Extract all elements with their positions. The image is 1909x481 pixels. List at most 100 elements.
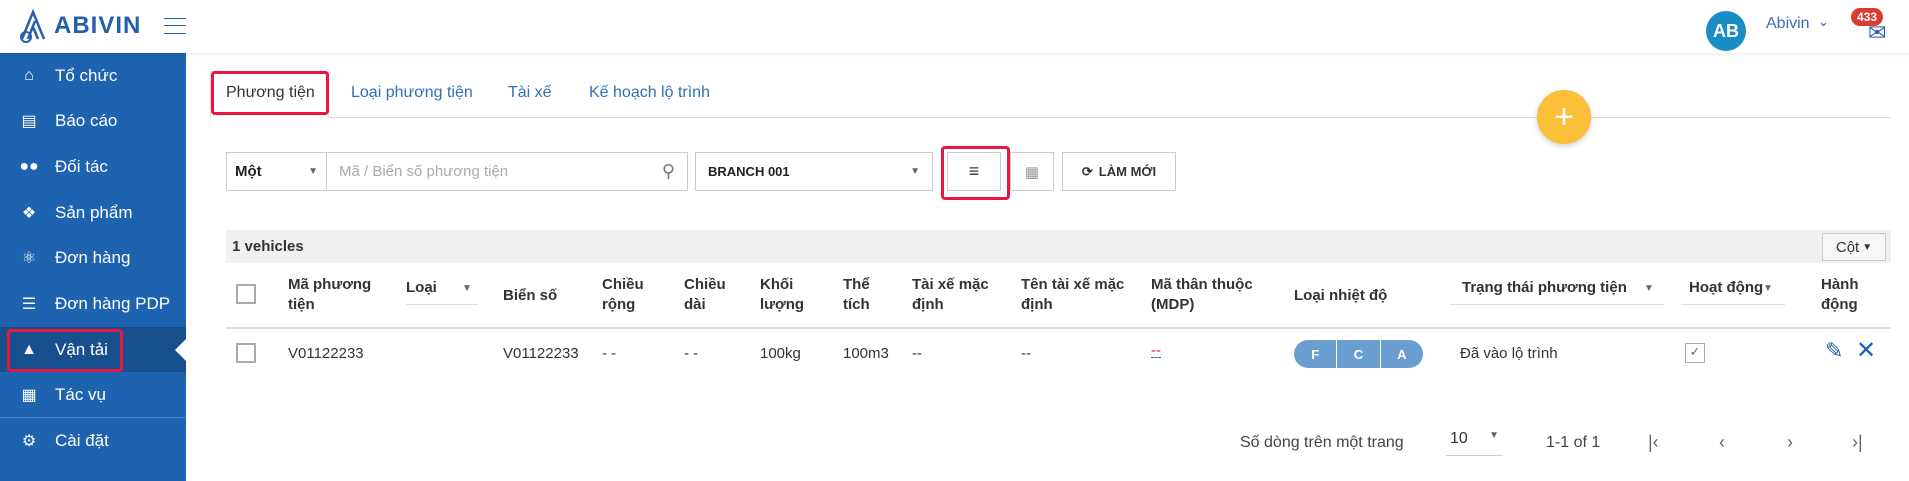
vehicle-count: 1 vehicles [232,238,304,255]
cell-volume: 100m3 [843,345,889,362]
sidebar-item-tac-vu[interactable]: ▦ Tác vụ [0,372,186,417]
header-ten-tai-xe-mac-dinh[interactable]: Tên tài xế mặc định [1021,275,1136,315]
list-view-button[interactable]: ≡ [947,152,1001,191]
calendar-icon: ▦ [21,386,37,404]
header-khoi-luong[interactable]: Khối lượng [760,275,810,315]
hamburger-menu-icon[interactable] [164,18,186,34]
tab-phuong-tien[interactable]: Phương tiện [226,84,315,102]
search-icon[interactable]: ⚲ [662,161,675,182]
search-mode-select[interactable]: Một ▼ [226,152,327,191]
tab-ke-hoach-lo-trinh[interactable]: Kế hoạch lộ trình [589,84,710,102]
next-page-icon[interactable]: › [1787,432,1793,453]
cell-code[interactable]: V01122233 [288,345,364,362]
search-mode-value: Một [235,163,262,180]
temperature-pill: F C A [1294,340,1423,368]
header-loai-nhiet-do[interactable]: Loại nhiệt độ [1294,286,1387,306]
header-hoat-dong[interactable]: Hoạt động [1689,278,1763,298]
filter-underline [1681,304,1785,305]
chevron-down-icon[interactable]: ⌄ [1818,14,1829,30]
header-ma-phuong-tien[interactable]: Mã phương tiện [288,275,388,315]
sidebar: ⌂ Tổ chức ▤ Báo cáo ●● Đối tác ❖ Sản phẩm ⚛ Đ… [0,53,186,481]
caret-down-icon[interactable]: ▼ [1763,283,1773,294]
cell-mdp[interactable]: -- [1151,343,1161,358]
sidebar-item-label: Tổ chức [55,65,118,85]
logo-mark-icon [20,9,46,43]
avatar[interactable]: AB [1706,11,1746,51]
tab-loai-phuong-tien[interactable]: Loại phương tiện [351,84,473,102]
sidebar-item-label: Báo cáo [55,110,118,130]
road-icon: ▲ [21,340,37,358]
cell-length: - - [684,345,699,362]
search-input[interactable]: Mã / Biển số phương tiện ⚲ [326,152,688,191]
refresh-label: LÀM MỚI [1098,164,1157,179]
top-header: ABIVIN AB Abivin ⌄ ✉ 433 [0,0,1909,53]
first-page-icon[interactable]: |‹ [1648,432,1659,453]
sidebar-item-don-hang[interactable]: ⚛ Đơn hàng [0,235,186,280]
abivin-logo[interactable]: ABIVIN [18,9,141,43]
caret-down-icon: ▼ [910,166,920,177]
header-bien-so[interactable]: Biển số [503,286,557,306]
rows-per-page-select[interactable]: 10 ▼ [1446,430,1503,456]
caret-down-icon: ▼ [1489,430,1499,441]
refresh-icon: ⟳ [1081,163,1093,179]
sidebar-item-to-chuc[interactable]: ⌂ Tổ chức [0,53,186,98]
cell-status: Đã vào lộ trình [1460,345,1558,362]
header-divider [226,327,1891,329]
sidebar-item-doi-tac[interactable]: ●● Đối tác [0,144,186,189]
tab-tai-xe[interactable]: Tài xế [508,84,552,102]
header-tai-xe-mac-dinh[interactable]: Tài xế mặc định [912,275,1012,315]
branch-select[interactable]: BRANCH 001 ▼ [695,152,933,191]
sidebar-item-bao-cao[interactable]: ▤ Báo cáo [0,98,186,143]
edit-pencil-icon[interactable]: ✎ [1825,338,1843,364]
sidebar-item-label: Cài đặt [55,430,109,450]
rows-per-page-value: 10 [1450,430,1468,447]
select-all-checkbox[interactable] [236,284,256,304]
sidebar-item-don-hang-pdp[interactable]: ☰ Đơn hàng PDP [0,281,186,326]
temp-ambient: A [1379,340,1423,368]
search-placeholder: Mã / Biển số phương tiện [339,163,509,180]
cell-weight: 100kg [760,345,801,362]
add-button[interactable]: + [1537,90,1591,144]
notification-badge: 433 [1851,8,1884,26]
active-checkbox[interactable]: ✓ [1685,343,1705,363]
list-icon: ☰ [21,295,37,313]
temp-frozen: F [1311,346,1320,362]
prev-page-icon[interactable]: ‹ [1719,432,1725,453]
filter-underline [1450,304,1664,305]
header-the-tich[interactable]: Thể tích [843,275,883,315]
user-name[interactable]: Abivin [1766,15,1810,33]
map-view-button[interactable]: ▦ [1010,152,1054,191]
cell-width: - - [602,345,617,362]
sidebar-item-label: Đơn hàng PDP [55,293,171,313]
sidebar-item-san-pham[interactable]: ❖ Sản phẩm [0,190,186,235]
rows-per-page-label: Số dòng trên một trang [1240,434,1404,451]
users-icon: ●● [19,157,39,175]
sidebar-item-van-tai[interactable]: ▲ Vận tải [0,327,186,372]
columns-button[interactable]: Cột ▼ [1822,233,1886,261]
refresh-button[interactable]: ⟳ LÀM MỚI [1062,152,1176,191]
header-trang-thai[interactable]: Trạng thái phương tiện [1462,278,1627,298]
header-chieu-dai[interactable]: Chiều dài [684,275,734,315]
sidebar-item-label: Vận tải [55,339,108,359]
filter-underline [406,304,478,305]
delete-x-icon[interactable]: ✕ [1856,336,1876,365]
cell-default-driver: -- [912,345,922,362]
header-chieu-rong[interactable]: Chiều rộng [602,275,652,315]
branch-value: BRANCH 001 [708,164,790,179]
header-loai[interactable]: Loại [406,278,437,298]
tab-bar-divider [210,117,1891,118]
last-page-icon[interactable]: ›| [1852,432,1863,453]
sidebar-item-label: Sản phẩm [55,202,133,222]
caret-down-icon: ▼ [308,166,318,177]
list-icon: ≡ [968,161,980,181]
caret-down-icon[interactable]: ▼ [1644,283,1654,294]
sidebar-item-label: Đơn hàng [55,247,131,267]
logo-text: ABIVIN [54,12,142,39]
sidebar-item-label: Đối tác [55,156,108,176]
row-checkbox[interactable] [236,343,256,363]
sidebar-item-cai-dat[interactable]: ⚙ Cài đặt [0,418,186,463]
temp-cool: C [1336,340,1379,368]
header-ma-than-thuoc[interactable]: Mã thân thuộc (MDP) [1151,275,1281,315]
caret-down-icon[interactable]: ▼ [462,283,472,294]
bar-chart-icon: ▤ [21,112,37,130]
